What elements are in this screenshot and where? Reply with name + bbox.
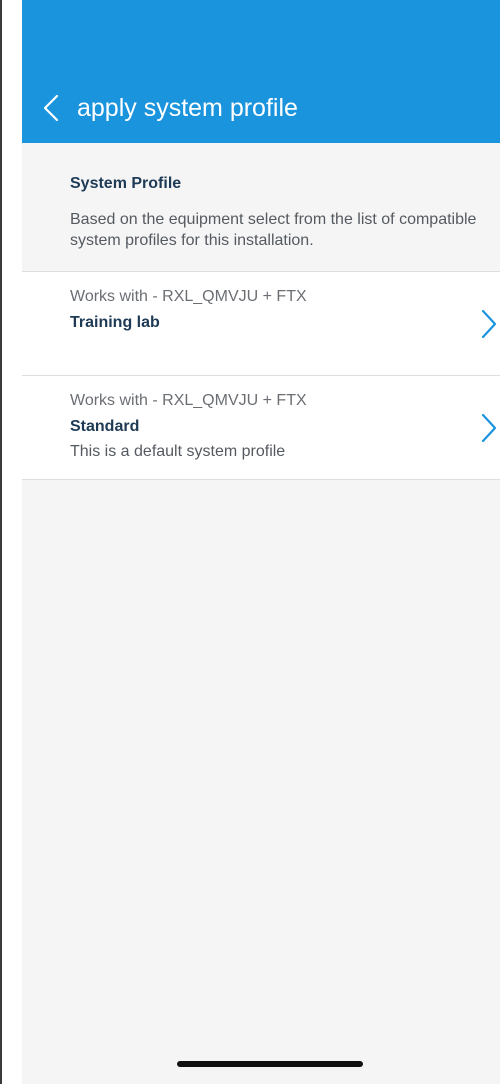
profile-item-standard[interactable]: Works with - RXL_QMVJU + FTX Standard Th… [22,375,500,480]
profile-compatibility: Works with - RXL_QMVJU + FTX [70,392,307,409]
section-title: System Profile [70,175,182,192]
profile-name: Standard [70,418,140,435]
app-frame: apply system profile System Profile Base… [0,0,500,1084]
intro-section: System Profile Based on the equipment se… [22,143,500,271]
profile-compatibility: Works with - RXL_QMVJU + FTX [70,288,307,305]
profile-name: Training lab [70,314,160,331]
back-button[interactable] [36,88,66,128]
profile-description: This is a default system profile [70,443,286,460]
page-title: apply system profile [77,94,298,122]
section-description: Based on the equipment select from the l… [70,211,477,249]
chevron-left-icon [43,94,59,122]
top-bar: apply system profile [22,0,500,143]
chevron-right-icon [481,413,497,443]
profile-item-training-lab[interactable]: Works with - RXL_QMVJU + FTX Training la… [22,271,500,375]
chevron-right-icon [481,309,497,339]
screen: apply system profile System Profile Base… [22,0,500,1084]
home-indicator[interactable] [177,1061,363,1067]
